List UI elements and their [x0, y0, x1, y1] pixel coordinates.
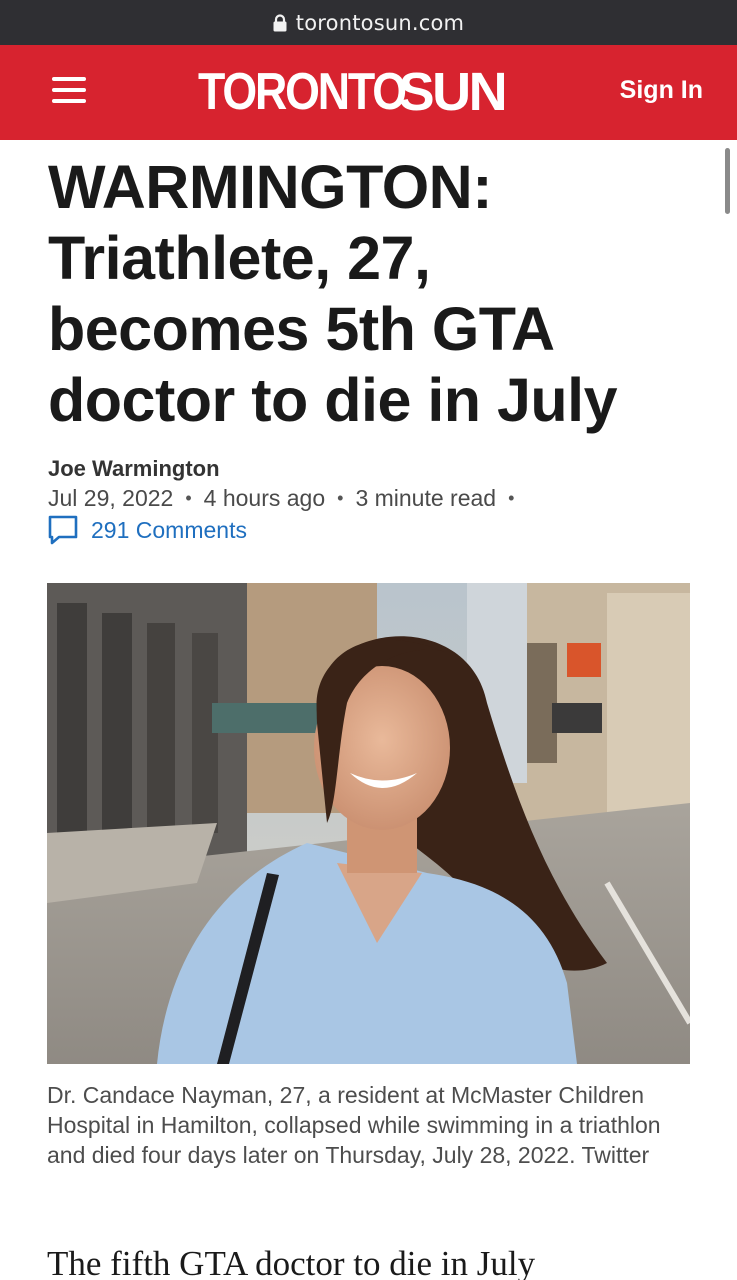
publish-date: Jul 29, 2022: [48, 485, 174, 511]
logo-part-sun: SUN: [398, 62, 508, 122]
speech-bubble-icon: [47, 514, 79, 546]
site-logo[interactable]: TORONTO SUN: [198, 62, 508, 122]
read-time: 3 minute read: [355, 485, 497, 511]
separator-dot: •: [508, 488, 515, 508]
scrollbar-thumb[interactable]: [725, 148, 730, 214]
time-ago: 4 hours ago: [203, 485, 326, 511]
article-body-first-line: The fifth GTA doctor to die in July: [47, 1244, 536, 1280]
comments-count: 291 Comments: [91, 516, 247, 543]
site-header: TORONTO SUN Sign In: [0, 45, 737, 140]
logo-part-toronto: TORONTO: [198, 63, 407, 121]
lock-icon: [273, 13, 287, 32]
sign-in-button[interactable]: Sign In: [620, 76, 703, 105]
photo-caption: Dr. Candace Nayman, 27, a resident at Mc…: [47, 1082, 661, 1168]
article-photo[interactable]: [47, 583, 690, 1064]
comments-link[interactable]: 291 Comments: [47, 514, 247, 546]
hamburger-menu-icon[interactable]: [52, 77, 86, 105]
separator-dot: •: [337, 488, 344, 508]
url-text: torontosun.com: [295, 10, 465, 35]
article-headline: WARMINGTON: Triathlete, 27, becomes 5th …: [48, 153, 618, 434]
separator-dot: •: [185, 488, 192, 508]
author-link[interactable]: Joe Warmington: [48, 456, 220, 482]
browser-url-bar[interactable]: torontosun.com: [0, 0, 737, 45]
article-meta: Jul 29, 2022 • 4 hours ago • 3 minute re…: [48, 485, 526, 512]
